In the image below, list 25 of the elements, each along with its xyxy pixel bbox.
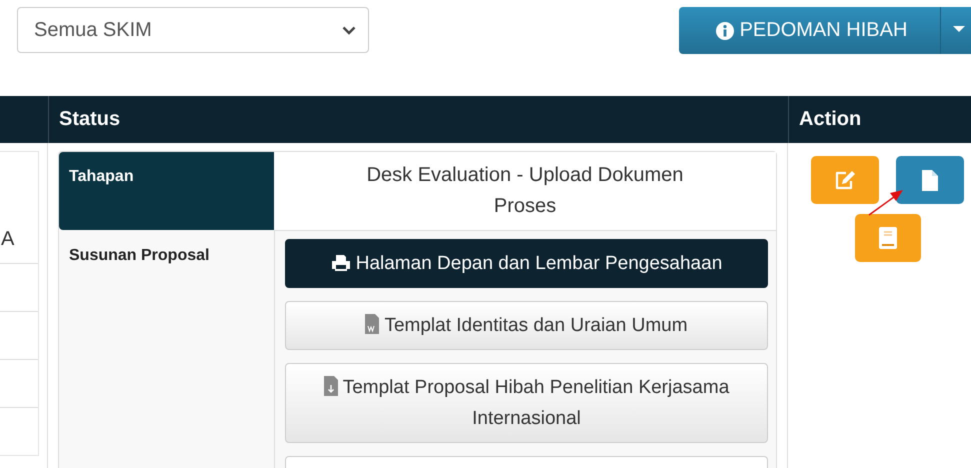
document-button[interactable]: Halaman Depan dan Lembar Pengesahaan: [285, 239, 768, 288]
table-cell: A: [1, 228, 14, 251]
stage-label: Tahapan: [59, 152, 274, 230]
document-button[interactable]: Templat Identitas dan Uraian Umum: [285, 301, 768, 350]
info-icon: [716, 22, 734, 40]
stage-value: Desk Evaluation - Upload Dokumen Proses: [274, 152, 776, 231]
column-header: Action: [788, 96, 971, 143]
dropdown-toggle-button[interactable]: [940, 7, 971, 54]
file-button[interactable]: [896, 156, 964, 204]
caret-icon: [953, 26, 965, 32]
chevron-down-icon: [342, 26, 356, 34]
guide-button[interactable]: PEDOMAN HIBAH: [679, 7, 940, 54]
printer-icon: [330, 254, 351, 272]
document-button[interactable]: Templat Proposal Hibah Penelitian Kerjasama Internasional: [285, 363, 768, 443]
download-file-icon: [324, 376, 338, 396]
edit-button[interactable]: [811, 156, 879, 204]
file-icon: [922, 170, 938, 190]
word-file-icon: [365, 314, 380, 334]
edit-icon: [834, 170, 856, 190]
book-icon: [878, 227, 896, 249]
filter-select[interactable]: Semua SKIM: [17, 7, 369, 53]
stage-label: Susunan Proposal: [68, 246, 210, 266]
book-button[interactable]: [854, 214, 920, 262]
column-header: Status: [48, 96, 788, 143]
annotation-arrow: [868, 187, 904, 217]
